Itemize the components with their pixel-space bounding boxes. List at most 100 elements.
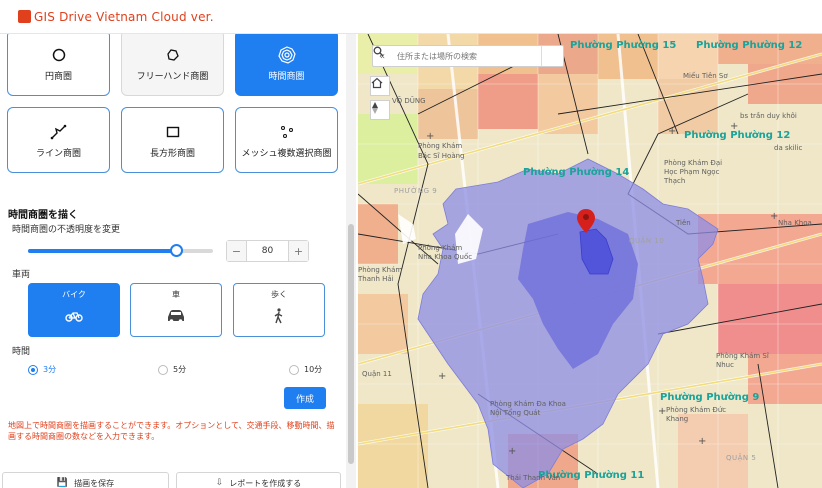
opacity-slider[interactable] <box>28 244 213 257</box>
line-area-button[interactable]: ライン商圏 <box>7 107 110 173</box>
radio-dot <box>28 364 38 375</box>
poi-label: da skilic <box>774 144 803 152</box>
time-option-10min[interactable]: 10分 <box>289 364 322 375</box>
tool-panel: 円商圏 フリーハンド商圏 時間商圏 ライン商圏 長方形商圏 メッシュ複数選択商圏… <box>0 34 345 488</box>
opacity-slider-fill <box>28 249 176 253</box>
mesh-area-button[interactable]: メッシュ複数選択商圏 <box>235 107 338 173</box>
vehicle-walk-button[interactable]: 歩く <box>233 283 325 337</box>
create-report-button[interactable]: ⇩ レポートを作成する <box>176 472 341 488</box>
rectangle-area-label: 長方形商圏 <box>149 148 195 159</box>
search-button[interactable] <box>373 46 563 66</box>
vehicle-label: 車両 <box>12 270 31 280</box>
time-area-label: 時間商圏 <box>268 71 305 82</box>
circle-area-label: 円商圏 <box>44 71 72 82</box>
rectangle-area-button[interactable]: 長方形商圏 <box>121 107 224 173</box>
district-label: QUẬN 5 <box>726 454 757 462</box>
vehicle-bike-button[interactable]: バイク <box>28 283 120 337</box>
svg-text:+: + <box>698 436 706 447</box>
search-icon <box>373 46 384 57</box>
freehand-area-label: フリーハンド商圏 <box>136 71 209 82</box>
logo-icon <box>18 10 31 23</box>
home-icon <box>371 77 383 89</box>
app-header: GIS Drive Vietnam Cloud ver. <box>0 0 822 34</box>
district-label: PHƯỜNG 9 <box>394 187 438 195</box>
district-label: Quận 11 <box>362 370 392 378</box>
line-icon <box>49 122 69 142</box>
svg-text:+: + <box>668 126 676 137</box>
decrement-button[interactable]: − <box>227 241 247 261</box>
ward-label: Phường Phường 12 <box>696 40 803 51</box>
poi-label: Phòng Khám Nha Khoa Quốc <box>418 244 473 261</box>
opacity-label: 時間商圏の不透明度を変更 <box>12 225 121 235</box>
time-option-label: 10分 <box>304 365 323 374</box>
car-icon <box>165 308 187 324</box>
ward-label: Phường Phường 12 <box>684 130 791 141</box>
radio-dot <box>158 364 168 375</box>
mesh-area-label: メッシュ複数選択商圏 <box>241 148 332 159</box>
compass-icon <box>372 102 378 114</box>
circle-icon <box>49 45 69 65</box>
line-area-label: ライン商圏 <box>35 148 81 159</box>
save-drawing-button[interactable]: 💾 描画を保存 <box>2 472 169 488</box>
poi-label: Phòng Khám Sĩ Nhuc <box>716 352 769 369</box>
vehicle-bike-label: バイク <box>62 290 86 299</box>
save-icon: 💾 <box>56 478 69 488</box>
rectangle-icon <box>163 122 183 142</box>
freehand-icon <box>163 45 183 65</box>
poi-label: VÕ DŨNG <box>392 97 426 105</box>
poi-label: Phòng Khám <box>418 142 463 150</box>
time-area-icon <box>277 45 297 65</box>
increment-button[interactable]: + <box>288 241 308 261</box>
poi-label: Phòng Khám Đại Học Phạm Ngọc Thạch <box>664 159 723 185</box>
panel-scrollbar[interactable] <box>346 34 356 488</box>
app-window: GIS Drive Vietnam Cloud ver. 円商圏 フリーハンド商… <box>0 0 822 488</box>
poi-label: Tiên <box>676 219 691 227</box>
map-view[interactable]: + + + + + + + + Phường Phường 15 Phường Phườn… <box>358 34 822 488</box>
svg-text:+: + <box>508 446 516 457</box>
time-option-3min[interactable]: 3分 <box>28 364 56 375</box>
opacity-slider-thumb[interactable] <box>170 244 183 257</box>
section-title: 時間商圏を描く <box>8 210 78 221</box>
time-option-label: 3分 <box>43 365 57 374</box>
poi-label: Phòng Khám Đức Khang <box>666 406 727 423</box>
time-option-5min[interactable]: 5分 <box>158 364 186 375</box>
opacity-value[interactable]: 80 <box>247 241 288 261</box>
freehand-area-button[interactable]: フリーハンド商圏 <box>121 34 224 96</box>
time-label: 時間 <box>12 347 31 357</box>
help-note: 地図上で時間商圏を描画することができます。オプションとして、交通手段、移動時間、… <box>8 421 335 441</box>
ward-label: Phường Phường 9 <box>660 392 760 403</box>
mesh-dots-icon <box>277 122 297 142</box>
time-area-button[interactable]: 時間商圏 <box>235 34 338 96</box>
radio-dot <box>289 364 299 375</box>
poi-label: Miếu Tiên Sơ <box>683 72 728 80</box>
map-search-input[interactable] <box>391 51 541 61</box>
poi-label: Thái Thanh Vân <box>506 474 561 482</box>
compass-button[interactable] <box>370 100 390 120</box>
poi-label: Bác Sĩ Hoàng <box>418 152 465 160</box>
district-label: QUẬN 10 <box>629 237 665 245</box>
opacity-stepper[interactable]: − 80 + <box>226 240 309 262</box>
create-button[interactable]: 作成 <box>284 387 326 409</box>
download-icon: ⇩ <box>215 478 224 488</box>
svg-text:+: + <box>438 371 446 382</box>
poi-label: Nha Khoa <box>778 219 812 227</box>
bicycle-icon <box>63 308 85 324</box>
map-search-box: « <box>372 45 564 67</box>
vehicle-car-label: 車 <box>172 290 180 299</box>
create-report-label: レポートを作成する <box>229 478 302 488</box>
walking-person-icon <box>268 308 290 324</box>
vehicle-car-button[interactable]: 車 <box>130 283 222 337</box>
ward-label: Phường Phường 15 <box>570 40 677 51</box>
scroll-thumb[interactable] <box>348 224 354 464</box>
ward-label: Phường Phường 14 <box>523 167 630 178</box>
save-drawing-label: 描画を保存 <box>74 478 115 488</box>
poi-label: Phòng Khám Đa Khoa Nội Tổng Quát <box>490 400 566 417</box>
vehicle-walk-label: 歩く <box>271 290 287 299</box>
svg-text:+: + <box>426 131 434 142</box>
app-title: GIS Drive Vietnam Cloud ver. <box>34 9 214 24</box>
poi-label: Phòng Khám Thanh Hải <box>358 266 403 283</box>
circle-area-button[interactable]: 円商圏 <box>7 34 110 96</box>
poi-label: bs trần duy khôi <box>740 112 797 120</box>
home-button[interactable] <box>370 76 390 96</box>
time-option-label: 5分 <box>173 365 187 374</box>
